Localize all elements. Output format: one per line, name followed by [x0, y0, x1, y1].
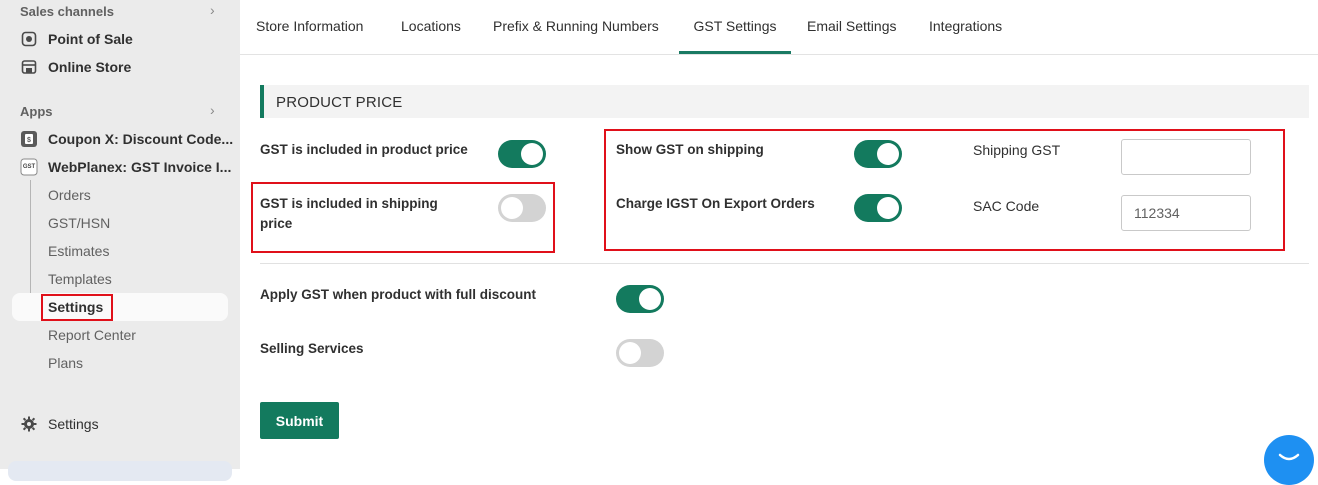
charge-igst-export-label: Charge IGST On Export Orders [616, 196, 815, 211]
tab-prefix-running-numbers[interactable]: Prefix & Running Numbers [493, 0, 659, 54]
sidebar-item-coupon-app[interactable]: $ Coupon X: Discount Code... [20, 128, 233, 150]
apply-gst-full-discount-toggle[interactable] [616, 285, 664, 313]
settings-tabs: Store Information Locations Prefix & Run… [240, 0, 1318, 55]
gst-app-badge: GST [22, 164, 36, 170]
store-icon [20, 58, 38, 76]
subnav-connector-line [30, 180, 31, 307]
section-divider [260, 263, 1309, 264]
chat-widget-button[interactable] [1264, 435, 1314, 485]
sidebar-item-online-store[interactable]: Online Store [20, 56, 131, 78]
charge-igst-export-toggle[interactable] [854, 194, 902, 222]
gear-icon [20, 415, 38, 433]
sidebar-subitem-report-center[interactable]: Report Center [48, 325, 136, 345]
sidebar-subitem-estimates[interactable]: Estimates [48, 241, 109, 261]
sidebar-subitem-orders[interactable]: Orders [48, 185, 91, 205]
sidebar: Sales channels › Point of Sale Online St… [0, 0, 240, 481]
selling-services-label: Selling Services [260, 341, 364, 356]
sidebar-subitem-plans[interactable]: Plans [48, 353, 83, 373]
apply-gst-full-discount-label: Apply GST when product with full discoun… [260, 287, 536, 302]
gst-app-icon: GST [20, 158, 38, 176]
sidebar-item-label: Coupon X: Discount Code... [48, 131, 234, 147]
apps-heading: Apps [20, 104, 53, 119]
sac-code-input[interactable] [1121, 195, 1251, 231]
point-of-sale-icon [20, 30, 38, 48]
highlight-box-settings [41, 294, 113, 321]
sidebar-subitem-templates[interactable]: Templates [48, 269, 112, 289]
selling-services-toggle[interactable] [616, 339, 664, 367]
sidebar-item-settings[interactable]: Settings [20, 413, 99, 435]
sidebar-item-gst-app[interactable]: GST WebPlanex: GST Invoice I... [20, 156, 231, 178]
gst-included-shipping-price-toggle[interactable] [498, 194, 546, 222]
sidebar-item-label: WebPlanex: GST Invoice I... [48, 159, 232, 175]
sidebar-item-label: Point of Sale [48, 31, 133, 47]
coupon-app-icon: $ [20, 130, 38, 148]
show-gst-on-shipping-toggle[interactable] [854, 140, 902, 168]
submit-button[interactable]: Submit [260, 402, 339, 439]
tab-store-information[interactable]: Store Information [256, 0, 363, 54]
sac-code-label: SAC Code [973, 198, 1040, 214]
sidebar-item-label: Online Store [48, 59, 132, 75]
gst-included-shipping-price-label: GST is included in shipping price [260, 196, 438, 231]
apps-chevron-icon[interactable]: › [210, 102, 215, 118]
product-price-section-header: PRODUCT PRICE [260, 85, 1309, 118]
gst-included-product-price-label: GST is included in product price [260, 142, 468, 157]
chat-icon [1278, 453, 1300, 461]
svg-text:$: $ [27, 137, 31, 144]
sales-channels-heading: Sales channels [20, 4, 114, 19]
tab-integrations[interactable]: Integrations [929, 0, 1002, 54]
sidebar-subitem-gst-hsn[interactable]: GST/HSN [48, 213, 110, 233]
sidebar-bottom-card [8, 461, 232, 481]
tab-email-settings[interactable]: Email Settings [807, 0, 896, 54]
shipping-gst-label: Shipping GST [973, 142, 1061, 158]
section-title: PRODUCT PRICE [276, 94, 403, 111]
sidebar-item-point-of-sale[interactable]: Point of Sale [20, 28, 133, 50]
tab-locations[interactable]: Locations [401, 0, 461, 54]
gst-included-product-price-toggle[interactable] [498, 140, 546, 168]
tab-gst-settings[interactable]: GST Settings [679, 0, 791, 54]
sales-channels-chevron-icon[interactable]: › [210, 2, 215, 18]
show-gst-on-shipping-label: Show GST on shipping [616, 142, 764, 157]
shipping-gst-input[interactable] [1121, 139, 1251, 175]
sidebar-item-label: Settings [48, 416, 99, 432]
